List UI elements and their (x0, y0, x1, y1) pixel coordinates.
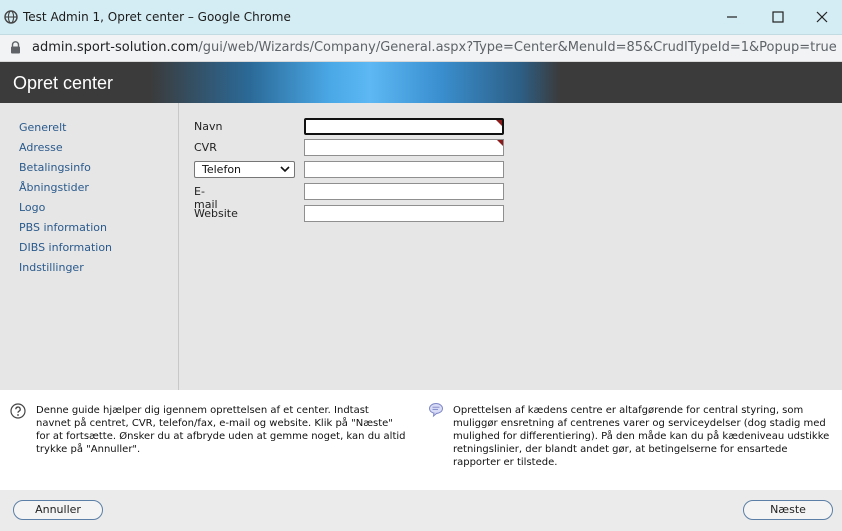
address-bar[interactable]: admin.sport-solution.com/gui/web/Wizards… (0, 35, 842, 62)
url-path: /gui/web/Wizards/Company/General.aspx?Ty… (198, 40, 837, 55)
url-host: admin.sport-solution.com (32, 40, 199, 55)
phone-type-select[interactable]: Telefon (194, 161, 295, 178)
sidebar-item-aabningstider[interactable]: Åbningstider (19, 181, 112, 201)
phone-type-selected: Telefon (202, 163, 242, 176)
page-title: Opret center (13, 73, 114, 93)
email-field[interactable] (304, 183, 504, 200)
name-field[interactable] (304, 118, 504, 135)
page-header: Opret center (0, 62, 842, 103)
chevron-down-icon (280, 166, 290, 173)
info-text: Oprettelsen af kædens centre er altafgør… (453, 405, 830, 468)
maximize-icon (772, 11, 784, 23)
question-icon (10, 403, 26, 419)
cvr-field[interactable] (304, 139, 504, 156)
required-marker (496, 120, 502, 126)
required-marker (497, 140, 503, 146)
sidebar-item-pbs-information[interactable]: PBS information (19, 221, 112, 241)
sidebar-item-logo[interactable]: Logo (19, 201, 112, 221)
window-titlebar: Test Admin 1, Opret center – Google Chro… (0, 0, 842, 35)
sidebar-item-dibs-information[interactable]: DIBS information (19, 241, 112, 261)
sidebar-item-generelt[interactable]: Generelt (19, 121, 112, 141)
globe-icon (4, 10, 18, 24)
maximize-button[interactable] (758, 5, 798, 29)
close-icon (816, 11, 828, 23)
form-panel: Navn CVR Telefon E-mail Website (179, 103, 842, 390)
minimize-button[interactable] (712, 5, 752, 29)
next-button[interactable]: Næste (743, 500, 833, 520)
phone-field[interactable] (304, 161, 504, 178)
name-label: Navn (194, 120, 223, 133)
help-text: Denne guide hjælper dig igennem oprettel… (36, 405, 406, 455)
close-button[interactable] (802, 5, 842, 29)
sidebar-item-indstillinger[interactable]: Indstillinger (19, 261, 112, 281)
cancel-button[interactable]: Annuller (13, 500, 103, 520)
wizard-footer: Annuller Næste (0, 490, 842, 531)
website-label: Website (194, 207, 238, 220)
wizard-steps-list: Generelt Adresse Betalingsinfo Åbningsti… (19, 121, 112, 281)
help-area: Denne guide hjælper dig igennem oprettel… (0, 390, 842, 490)
speech-bubble-icon (429, 403, 443, 418)
website-field[interactable] (304, 205, 504, 222)
lock-icon (11, 41, 20, 54)
window-title: Test Admin 1, Opret center – Google Chro… (23, 10, 291, 24)
url-text: admin.sport-solution.com/gui/web/Wizards… (32, 40, 837, 55)
cvr-label: CVR (194, 141, 217, 154)
minimize-icon (727, 16, 737, 18)
sidebar-item-betalingsinfo[interactable]: Betalingsinfo (19, 161, 112, 181)
wizard-sidebar: Generelt Adresse Betalingsinfo Åbningsti… (0, 103, 179, 390)
sidebar-item-adresse[interactable]: Adresse (19, 141, 112, 161)
